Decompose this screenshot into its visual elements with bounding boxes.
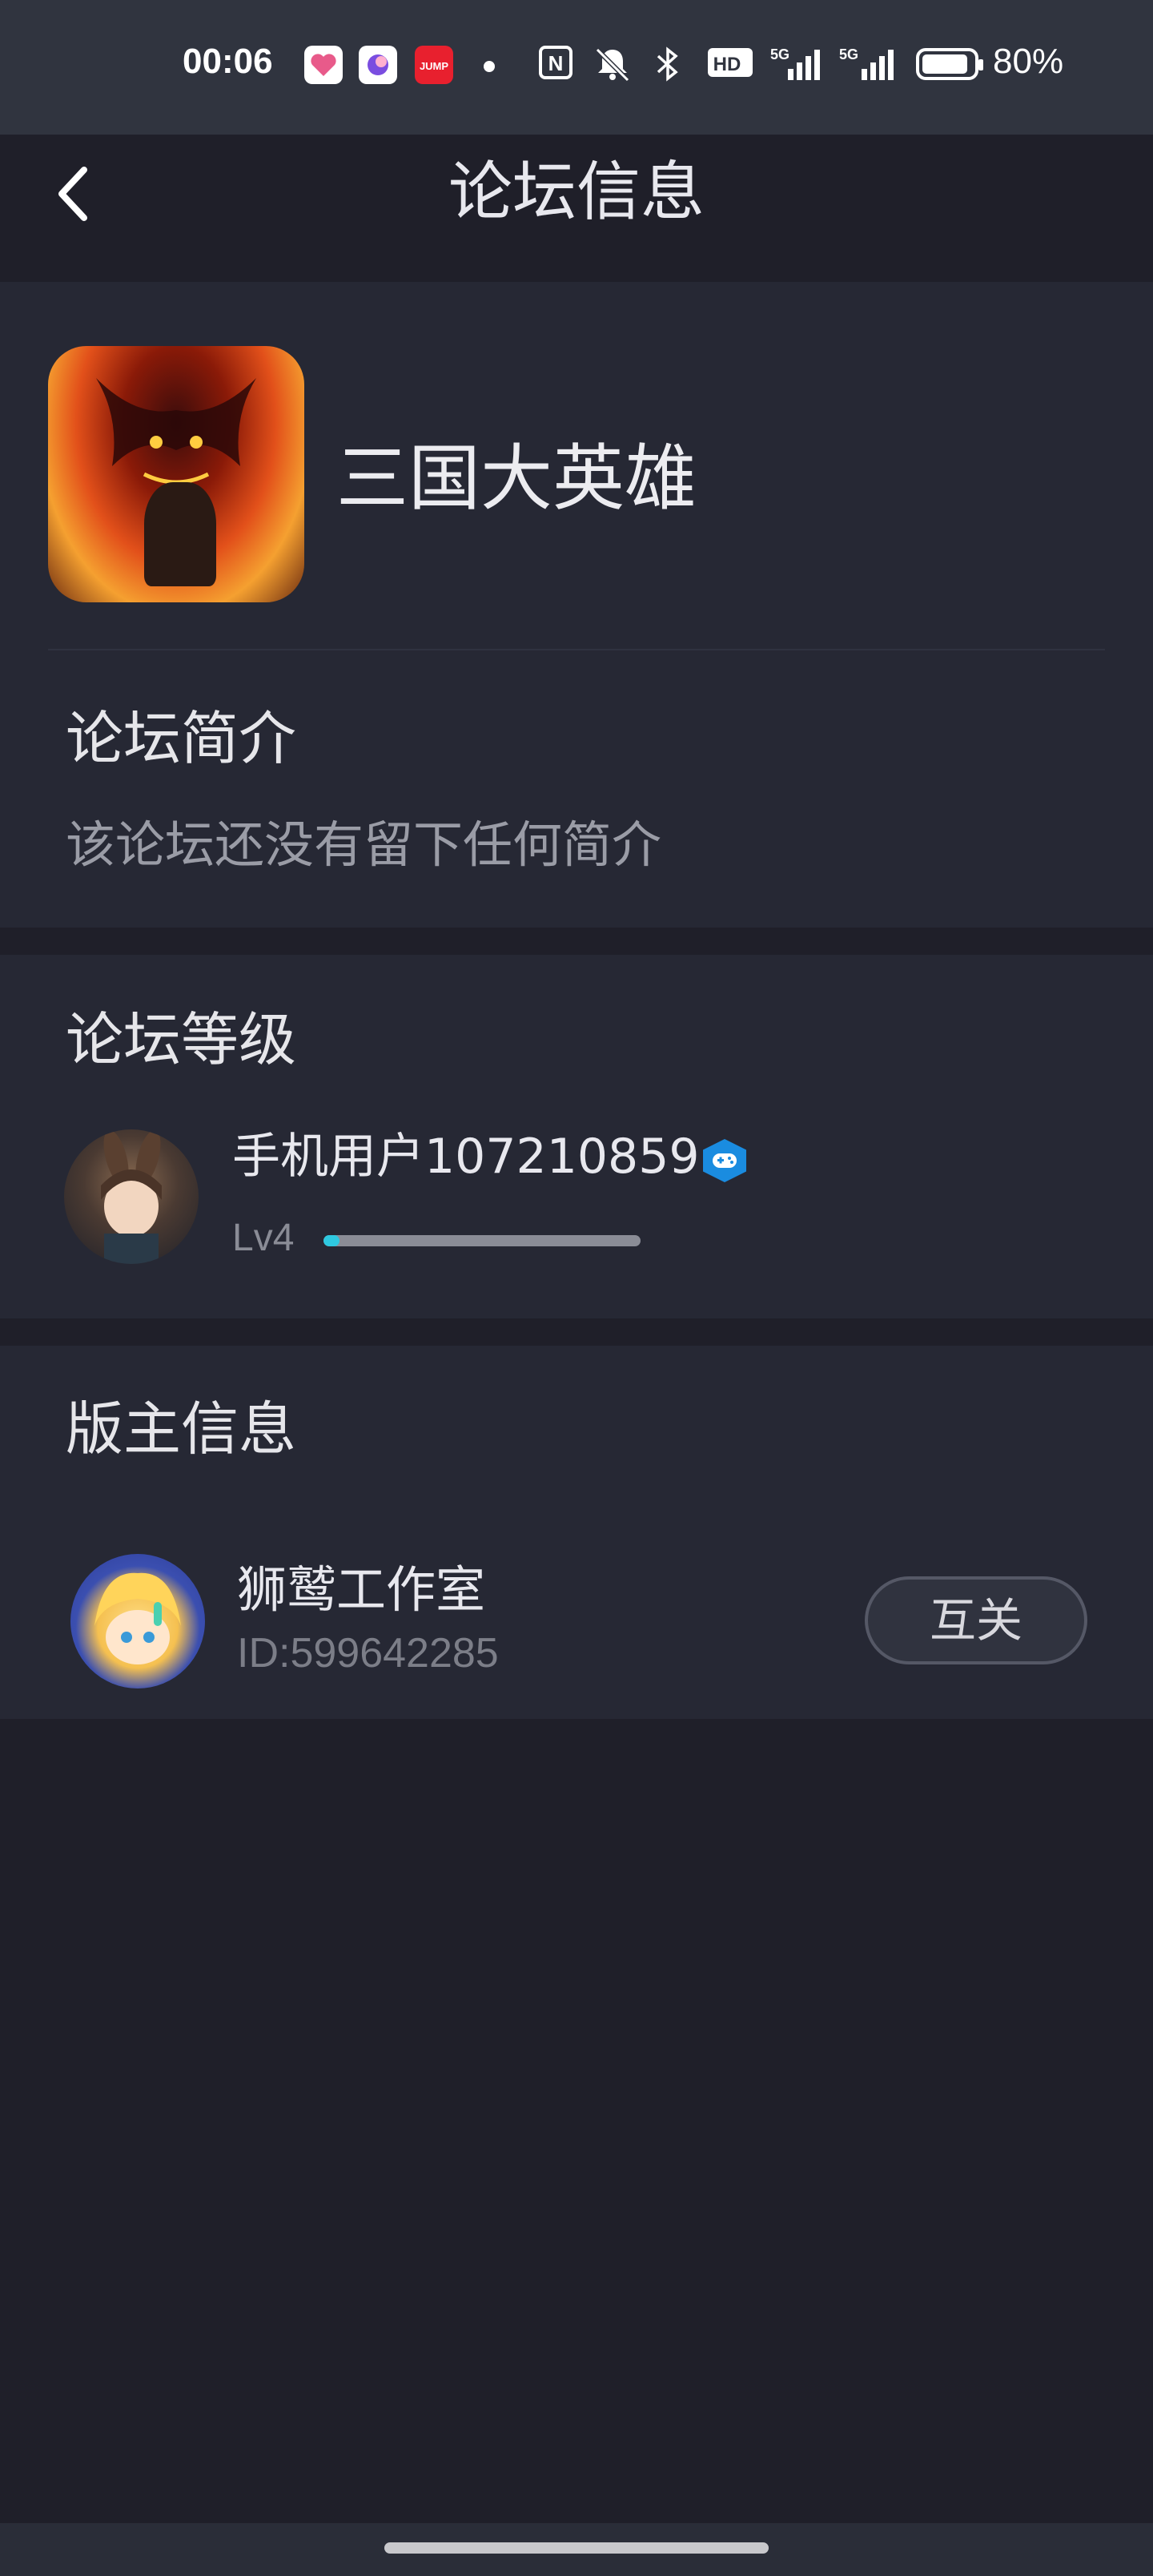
status-time: 00:06: [183, 42, 273, 81]
level-label: Lv4: [232, 1217, 295, 1259]
divider: [48, 649, 1105, 650]
level-progress-fill: [323, 1235, 339, 1246]
forum-name: 三国大英雄: [336, 437, 697, 521]
moderator-card: 版主信息 狮鹫工作室 ID:599642285 互关: [0, 1346, 1153, 1719]
dot-icon: [484, 61, 495, 72]
hd-icon: HD: [706, 45, 754, 89]
moderator-avatar[interactable]: [70, 1554, 205, 1688]
svg-text:JUMP: JUMP: [420, 60, 448, 72]
forum-level-card: 论坛等级 手机用户107210859 Lv4: [0, 955, 1153, 1318]
5g-signal-icon: 5G: [770, 45, 823, 92]
svg-text:5G: 5G: [770, 46, 789, 62]
page-title: 论坛信息: [448, 155, 705, 229]
forum-icon: [48, 346, 304, 602]
circle-app-icon: [359, 46, 397, 84]
level-progress-bar: [323, 1235, 641, 1246]
status-bar: 00:06 JUMP N HD 5G 5G 80% 论坛信息: [0, 0, 1153, 229]
mute-icon: [593, 45, 633, 92]
user-name[interactable]: 手机用户107210859: [232, 1123, 700, 1190]
bluetooth-icon: [650, 45, 685, 92]
battery-percent: 80%: [993, 42, 1064, 81]
home-indicator[interactable]: [384, 2542, 769, 2554]
forum-level-title: 论坛等级: [66, 1006, 297, 1073]
svg-text:HD: HD: [713, 54, 741, 75]
5g-signal-icon: 5G: [834, 45, 898, 92]
moderator-id: ID:599642285: [237, 1630, 499, 1676]
jump-app-icon: JUMP: [415, 46, 453, 84]
nfc-icon: N: [538, 45, 573, 89]
gamepad-badge-icon: [703, 1139, 746, 1182]
moderator-name[interactable]: 狮鹫工作室: [237, 1556, 485, 1624]
svg-text:N: N: [548, 51, 564, 75]
system-nav-bar: [0, 2523, 1153, 2576]
forum-info-card: 三国大英雄 论坛简介 该论坛还没有留下任何简介: [0, 282, 1153, 928]
battery-icon: [916, 48, 983, 80]
user-avatar[interactable]: [64, 1129, 199, 1264]
moderator-title: 版主信息: [66, 1395, 297, 1463]
mutual-follow-button[interactable]: 互关: [865, 1576, 1087, 1664]
forum-intro-title: 论坛简介: [66, 705, 297, 772]
heart-app-icon: [304, 46, 343, 84]
svg-text:5G: 5G: [839, 46, 858, 62]
forum-intro-text: 该论坛还没有留下任何简介: [66, 815, 662, 874]
